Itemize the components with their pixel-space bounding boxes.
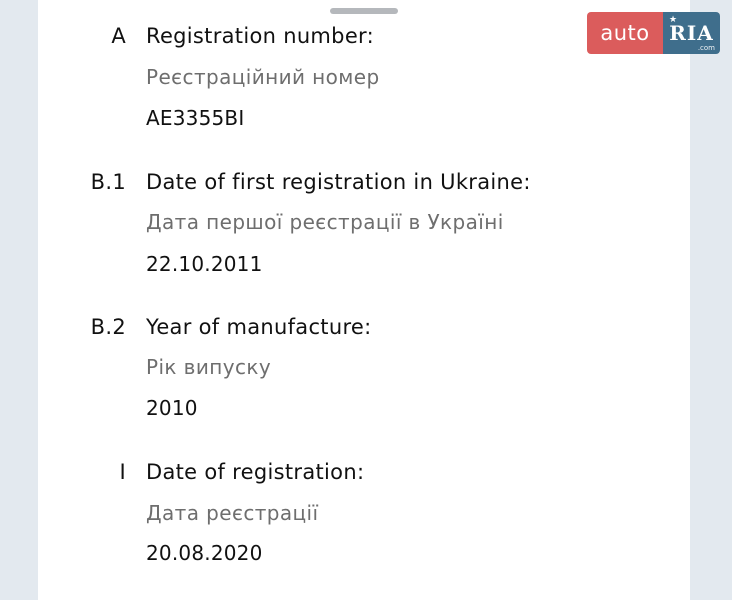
field-title: Year of manufacture: (146, 315, 372, 339)
logo-dotcom-text: .com (697, 44, 715, 52)
document-sheet (38, 0, 690, 600)
field-subtitle: Дата першої реєстрації в Україні (146, 210, 504, 234)
field-value: 22.10.2011 (146, 252, 263, 276)
field-subtitle: Дата реєстрації (146, 501, 319, 525)
field-value: AE3355BI (146, 106, 245, 130)
logo-auto-part: auto (587, 12, 663, 54)
field-subtitle: Реєстраційний номер (146, 65, 380, 89)
field-subtitle: Рік випуску (146, 355, 272, 379)
field-code: A (111, 24, 126, 48)
field-code: B.2 (90, 315, 126, 339)
star-icon: ★ (669, 15, 679, 25)
field-title: Registration number: (146, 24, 374, 48)
field-code: B.1 (90, 170, 126, 194)
autoria-logo: auto ★ RIA .com (587, 12, 720, 54)
field-title: Date of registration: (146, 460, 365, 484)
field-value: 20.08.2020 (146, 541, 263, 565)
field-value: 2010 (146, 396, 198, 420)
logo-ria-part: ★ RIA .com (663, 12, 720, 54)
field-title: Date of first registration in Ukraine: (146, 170, 531, 194)
drag-handle[interactable] (330, 8, 398, 14)
field-code: I (119, 460, 126, 484)
